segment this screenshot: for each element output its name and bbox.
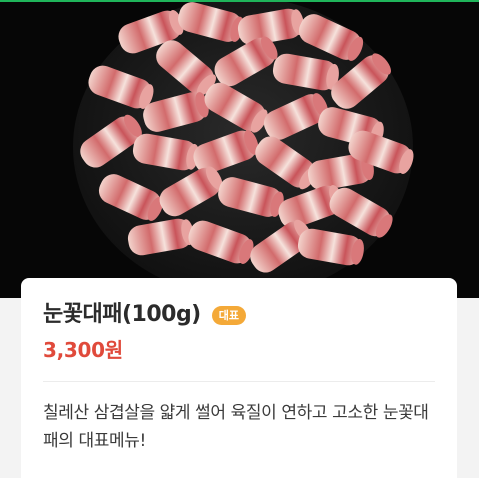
menu-item-card[interactable]: 눈꽃대패(100g) 대표 3,300원 칠레산 삼겹살을 얇게 썰어 육질이 … — [21, 278, 457, 478]
menu-item-price: 3,300원 — [43, 338, 123, 362]
menu-item-description: 칠레산 삼겹살을 얇게 썰어 육질이 연하고 고소한 눈꽃대패의 대표메뉴! — [43, 403, 429, 451]
divider — [43, 381, 435, 382]
pork-belly-plate-image — [0, 2, 479, 298]
signature-badge: 대표 — [211, 305, 246, 325]
title-row: 눈꽃대패(100g) 대표 — [43, 300, 246, 330]
menu-item-name: 눈꽃대패(100g) — [43, 302, 201, 327]
menu-photo — [0, 2, 479, 298]
